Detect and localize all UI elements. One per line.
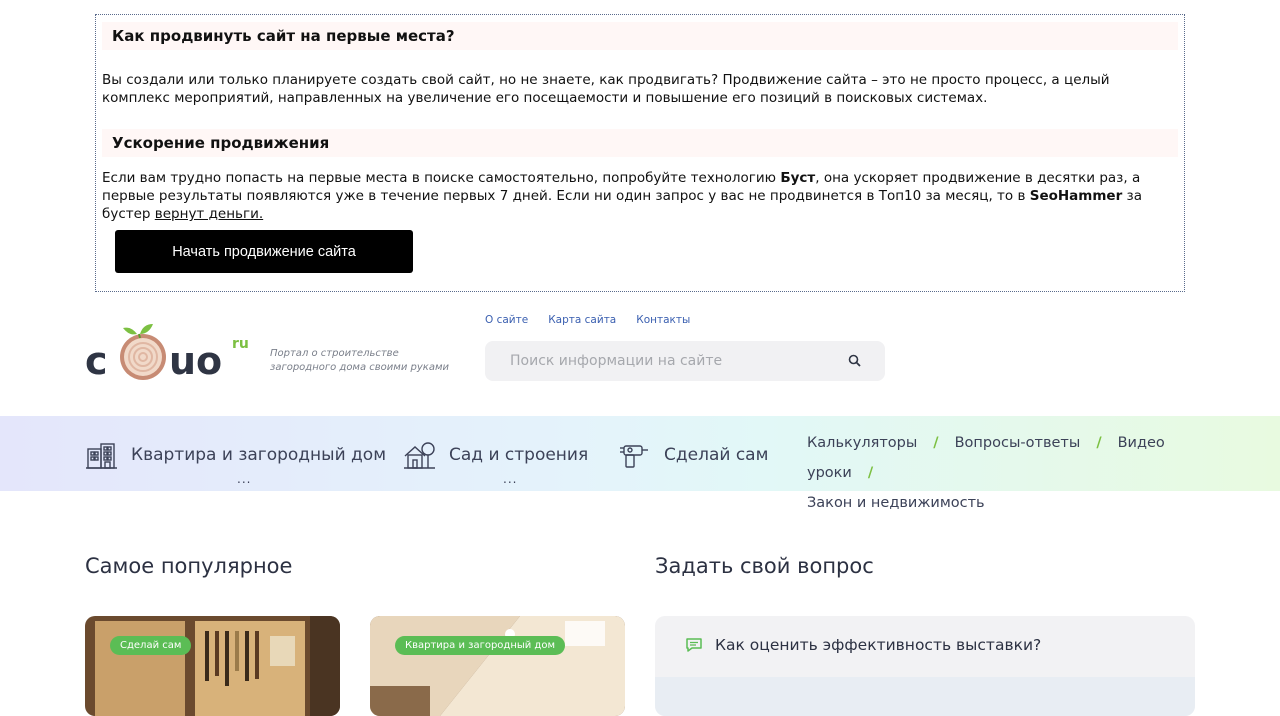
refund-link[interactable]: вернут деньги. (155, 206, 263, 222)
popular-section-title: Самое популярное (85, 554, 293, 578)
nav-garden-buildings-label: Сад и строения (449, 445, 589, 465)
category-tag[interactable]: Сделай сам (110, 636, 192, 655)
start-promotion-button[interactable]: Начать продвижение сайта (115, 230, 413, 273)
popular-card[interactable]: Квартира и загородный дом (370, 616, 625, 716)
question-item[interactable]: Как оценить эффективность выставки? (685, 636, 1041, 654)
boost-term: Буст (780, 170, 816, 186)
apartment-building-icon (86, 443, 117, 469)
garden-house-icon (404, 442, 435, 469)
nav-garden-buildings-more[interactable]: ... (503, 472, 517, 486)
nav-apartment-house-label: Квартира и загородный дом (131, 445, 387, 465)
promo-boost-text: Если вам трудно попасть на первые места … (102, 170, 1142, 222)
question-item-next[interactable] (655, 677, 1195, 716)
promo-subheading: Ускорение продвижения (102, 129, 1178, 157)
nav-separator: / (1096, 435, 1102, 451)
nav-link-qa[interactable]: Вопросы-ответы (955, 435, 1081, 451)
main-nav: Квартира и загородный дом ... Сад и стро… (0, 416, 1280, 511)
workshop-image (85, 616, 340, 716)
promo-text: Вы создали или только планируете создать… (102, 72, 1110, 106)
nav-link-law[interactable]: Закон и недвижимость (807, 495, 985, 511)
question-text: Как оценить эффективность выставки? (715, 636, 1042, 654)
chat-bubble-icon (686, 638, 702, 652)
promo-heading: Как продвинуть сайт на первые места? (102, 22, 1178, 50)
search-icon[interactable] (847, 353, 863, 369)
svg-text:ru: ru (232, 336, 249, 352)
promo-box: Как продвинуть сайт на первые места? Вы … (95, 14, 1185, 292)
nav-apartment-house-more[interactable]: ... (237, 472, 251, 486)
sitemap-link[interactable]: Карта сайта (548, 314, 616, 326)
search-input[interactable] (485, 341, 835, 381)
attic-room-image (370, 616, 625, 716)
seohammer-term: SeoHammer (1029, 188, 1123, 204)
svg-text:uo: uo (169, 339, 222, 383)
site-logo[interactable]: c uo ru (85, 322, 250, 384)
svg-text:c: c (85, 339, 108, 383)
top-links: О сайте Карта сайта Контакты (485, 314, 690, 326)
nav-garden-buildings[interactable]: Сад и строения ... (403, 440, 589, 486)
logo-graphic: c uo ru (85, 324, 249, 383)
search-bar (485, 341, 885, 381)
site-tagline: Портал о строительстве загородного дома … (270, 348, 449, 373)
nav-diy[interactable]: Сделай сам (618, 440, 768, 470)
popular-card[interactable]: Сделай сам (85, 616, 340, 716)
nav-secondary-links: Калькуляторы / Вопросы-ответы / Видео уроки /… (807, 428, 1247, 518)
nav-separator: / (933, 435, 939, 451)
drill-tool-icon (620, 445, 648, 468)
category-tag[interactable]: Квартира и загородный дом (395, 636, 566, 655)
nav-separator: / (867, 465, 874, 481)
questions-list: Как оценить эффективность выставки? (655, 616, 1195, 716)
about-link[interactable]: О сайте (485, 314, 528, 326)
nav-apartment-house[interactable]: Квартира и загородный дом ... (85, 440, 387, 486)
contacts-link[interactable]: Контакты (636, 314, 690, 326)
nav-link-calculators[interactable]: Калькуляторы (807, 435, 917, 451)
nav-diy-label: Сделай сам (664, 445, 769, 465)
ask-section-title: Задать свой вопрос (655, 554, 874, 578)
